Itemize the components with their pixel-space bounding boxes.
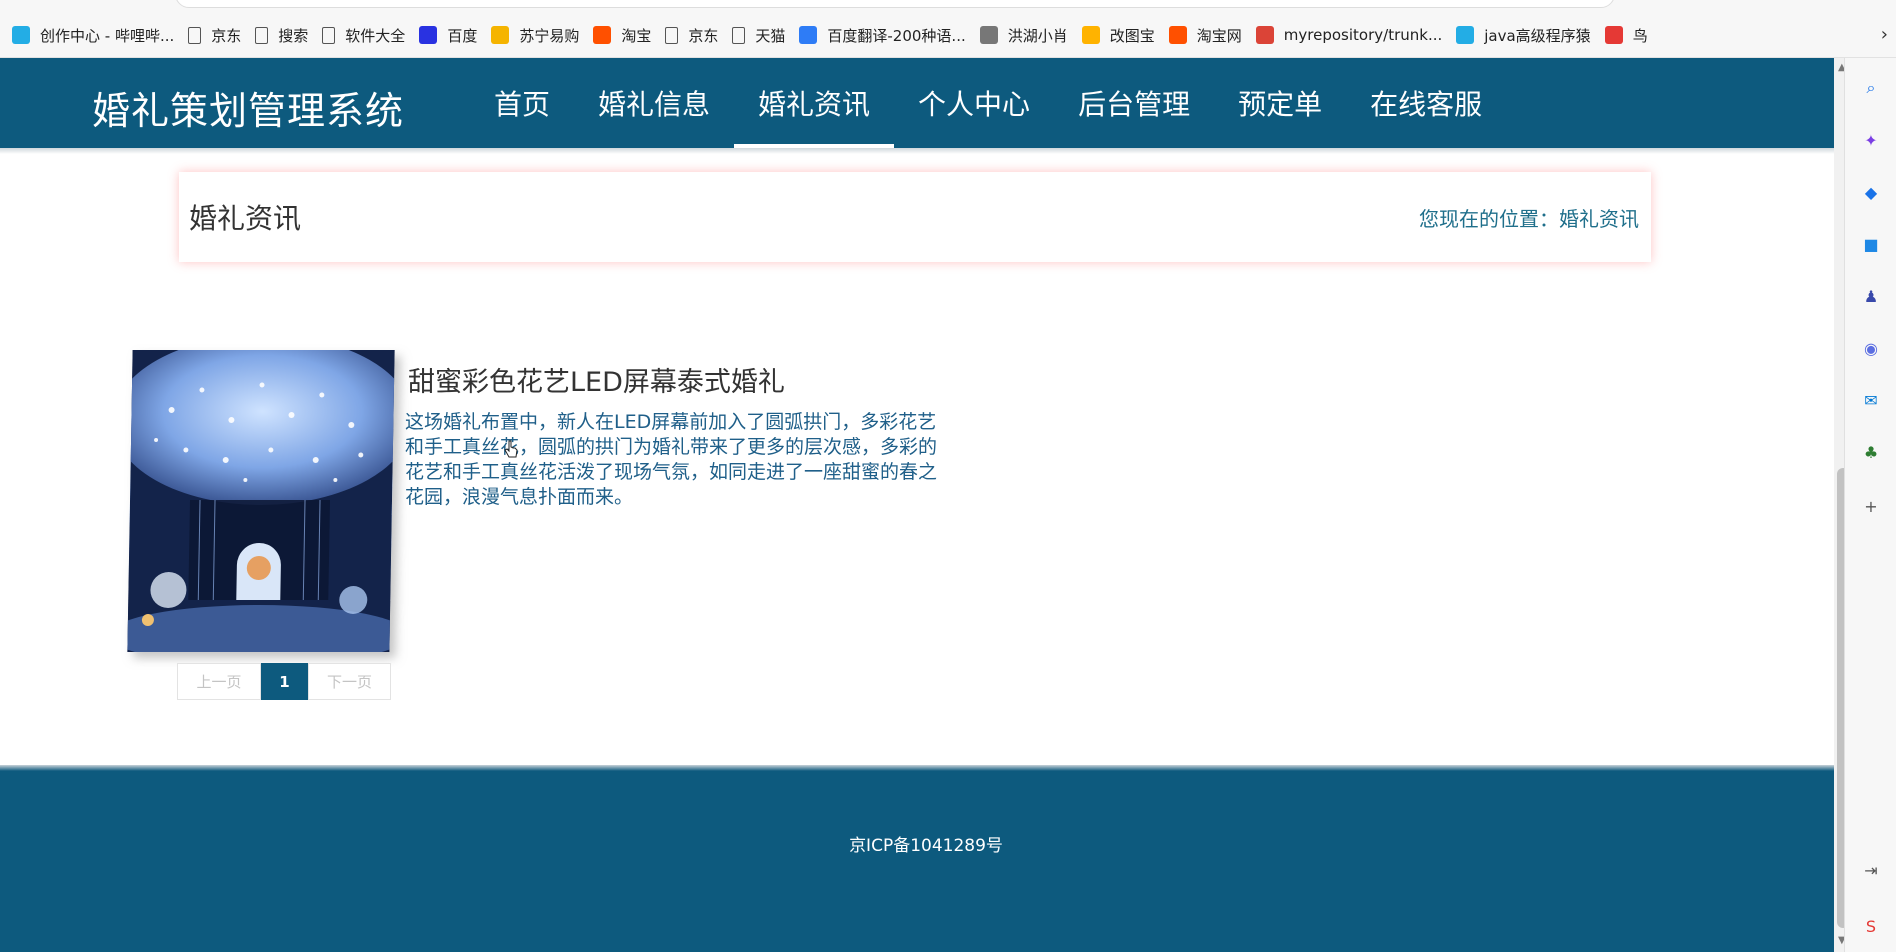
bookmark-label: 淘宝: [621, 26, 652, 45]
office-icon[interactable]: ◉: [1859, 336, 1883, 360]
bookmark-label: 京东: [688, 26, 719, 45]
breadcrumb-label: 您现在的位置：: [1419, 206, 1559, 231]
file-icon: [732, 26, 746, 44]
nav-item[interactable]: 个人中心: [894, 58, 1054, 148]
bookmark-label: 创作中心 - 哔哩哔...: [40, 26, 175, 45]
breadcrumb-link[interactable]: 婚礼资讯: [1559, 207, 1639, 231]
file-icon: [665, 26, 679, 44]
bookmark-item[interactable]: 改图宝: [1078, 22, 1165, 48]
news-thumbnail-image[interactable]: [127, 350, 395, 652]
taobao-icon: [593, 26, 612, 44]
bookmark-item[interactable]: 百度: [415, 22, 487, 48]
bookmark-label: 百度翻译-200种语...: [827, 26, 966, 45]
tools-briefcase-icon[interactable]: ■: [1859, 232, 1883, 256]
site-brand[interactable]: 婚礼策划管理系统: [92, 80, 404, 135]
baidu-translate-icon: [799, 26, 818, 44]
header-shadow: [0, 148, 1834, 154]
baidu-paw-icon: [419, 26, 438, 44]
bookmark-label: 改图宝: [1109, 26, 1155, 45]
bookmark-label: 洪湖小肖: [1007, 26, 1068, 45]
sogou-input-icon[interactable]: S: [1859, 914, 1883, 938]
news-title[interactable]: 甜蜜彩色花艺LED屏幕泰式婚礼: [408, 360, 785, 399]
copilot-sparkle-icon[interactable]: ✦: [1859, 128, 1883, 152]
browser-side-panel: ⌕ ✦ ◆ ■ ♟ ◉ ✉ ♣ + ⇥ S: [1844, 58, 1896, 952]
taobao-icon: [1168, 26, 1187, 44]
suning-icon: [491, 26, 510, 44]
file-icon: [322, 26, 336, 44]
bookmark-item[interactable]: 百度翻译-200种语...: [795, 22, 975, 48]
outlook-icon[interactable]: ✉: [1859, 388, 1883, 412]
nav-item[interactable]: 婚礼资讯: [734, 58, 895, 148]
shopping-tag-icon[interactable]: ◆: [1859, 180, 1883, 204]
search-icon[interactable]: ⌕: [1859, 76, 1883, 100]
bookmark-item[interactable]: 洪湖小肖: [976, 22, 1078, 48]
prev-page-button[interactable]: 上一页: [177, 663, 261, 700]
next-page-button[interactable]: 下一页: [308, 663, 391, 700]
bookmark-item[interactable]: 淘宝网: [1165, 22, 1252, 48]
bookmark-label: 搜索: [278, 26, 309, 45]
nav-item[interactable]: 后台管理: [1054, 58, 1214, 148]
wedding-stage-illustration: [127, 350, 395, 652]
nav-item[interactable]: 预定单: [1214, 58, 1346, 148]
site-header: 婚礼策划管理系统 首页 婚礼信息 婚礼资讯 个人中心 后台管理 预定单 在线客服: [0, 58, 1834, 148]
gaitubao-icon: [1081, 26, 1100, 44]
section-title-box: 婚礼资讯 您现在的位置：婚礼资讯: [179, 172, 1651, 262]
main-nav: 首页 婚礼信息 婚礼资讯 个人中心 后台管理 预定单 在线客服: [470, 58, 1506, 148]
bookmark-item[interactable]: 创作中心 - 哔哩哔...: [8, 22, 184, 48]
pagination: 上一页 1 下一页: [177, 663, 391, 700]
news-description: 这场婚礼布置中，新人在LED屏幕前加入了圆弧拱门，多彩花艺和手工真丝花，圆弧的拱…: [405, 411, 938, 508]
bookmark-item[interactable]: 京东: [184, 22, 251, 48]
bilibili-icon: [12, 26, 30, 44]
bookmark-label: 软件大全: [345, 26, 406, 45]
chrome-icon: [1255, 26, 1274, 44]
add-icon[interactable]: +: [1859, 494, 1883, 518]
bookmark-label: 苏宁易购: [519, 26, 580, 45]
bookmark-label: myrepository/trunk...: [1283, 26, 1443, 44]
bookmark-label: 淘宝网: [1196, 26, 1242, 45]
site-footer: 京ICP备1041289号: [0, 771, 1834, 952]
bookmark-item[interactable]: 京东: [661, 22, 728, 48]
page-number-button[interactable]: 1: [261, 663, 308, 700]
bookmark-label: 鸟: [1632, 26, 1648, 45]
nav-item[interactable]: 在线客服: [1346, 58, 1506, 148]
breadcrumb: 您现在的位置：婚礼资讯: [1419, 203, 1639, 232]
games-icon[interactable]: ♟: [1859, 284, 1883, 308]
bookmark-label: 百度: [447, 26, 478, 45]
bookmark-item[interactable]: 淘宝: [589, 22, 661, 48]
tree-icon[interactable]: ♣: [1859, 440, 1883, 464]
page-title: 婚礼资讯: [189, 202, 302, 235]
file-icon: [188, 26, 202, 44]
hand-cursor-icon: [504, 440, 518, 458]
bookmark-item[interactable]: myrepository/trunk...: [1252, 22, 1452, 48]
icp-license-text: 京ICP备1041289号: [849, 836, 1003, 856]
bookmarks-more-button[interactable]: ›: [1881, 24, 1888, 45]
nav-item[interactable]: 首页: [470, 58, 574, 148]
bookmark-label: java高级程序猿: [1484, 26, 1591, 45]
bookmark-item[interactable]: 鸟: [1601, 22, 1658, 48]
bookmark-item[interactable]: 软件大全: [318, 22, 415, 48]
bookmark-label: 天猫: [755, 26, 786, 45]
address-bar[interactable]: [175, 0, 1615, 8]
bookmarks-bar: 创作中心 - 哔哩哔... 京东 搜索 软件大全 百度 苏宁易购 淘宝 京东 天猫 百度翻译-20…: [0, 0, 1896, 58]
bookmark-list: 创作中心 - 哔哩哔... 京东 搜索 软件大全 百度 苏宁易购 淘宝 京东 天猫 百度翻译-20…: [8, 22, 1658, 48]
file-icon: [255, 26, 269, 44]
bookmark-label: 京东: [211, 26, 242, 45]
bookmark-item[interactable]: 搜索: [251, 22, 318, 48]
bird-icon: [1604, 26, 1623, 44]
bookmark-item[interactable]: 天猫: [728, 22, 795, 48]
sidebar-collapse-icon[interactable]: ⇥: [1859, 858, 1883, 882]
bilibili-icon: [1456, 26, 1475, 44]
bookmark-item[interactable]: 苏宁易购: [487, 22, 589, 48]
nav-item[interactable]: 婚礼信息: [574, 58, 734, 148]
bookmark-item[interactable]: java高级程序猿: [1452, 22, 1600, 48]
bird-icon: [979, 26, 998, 44]
